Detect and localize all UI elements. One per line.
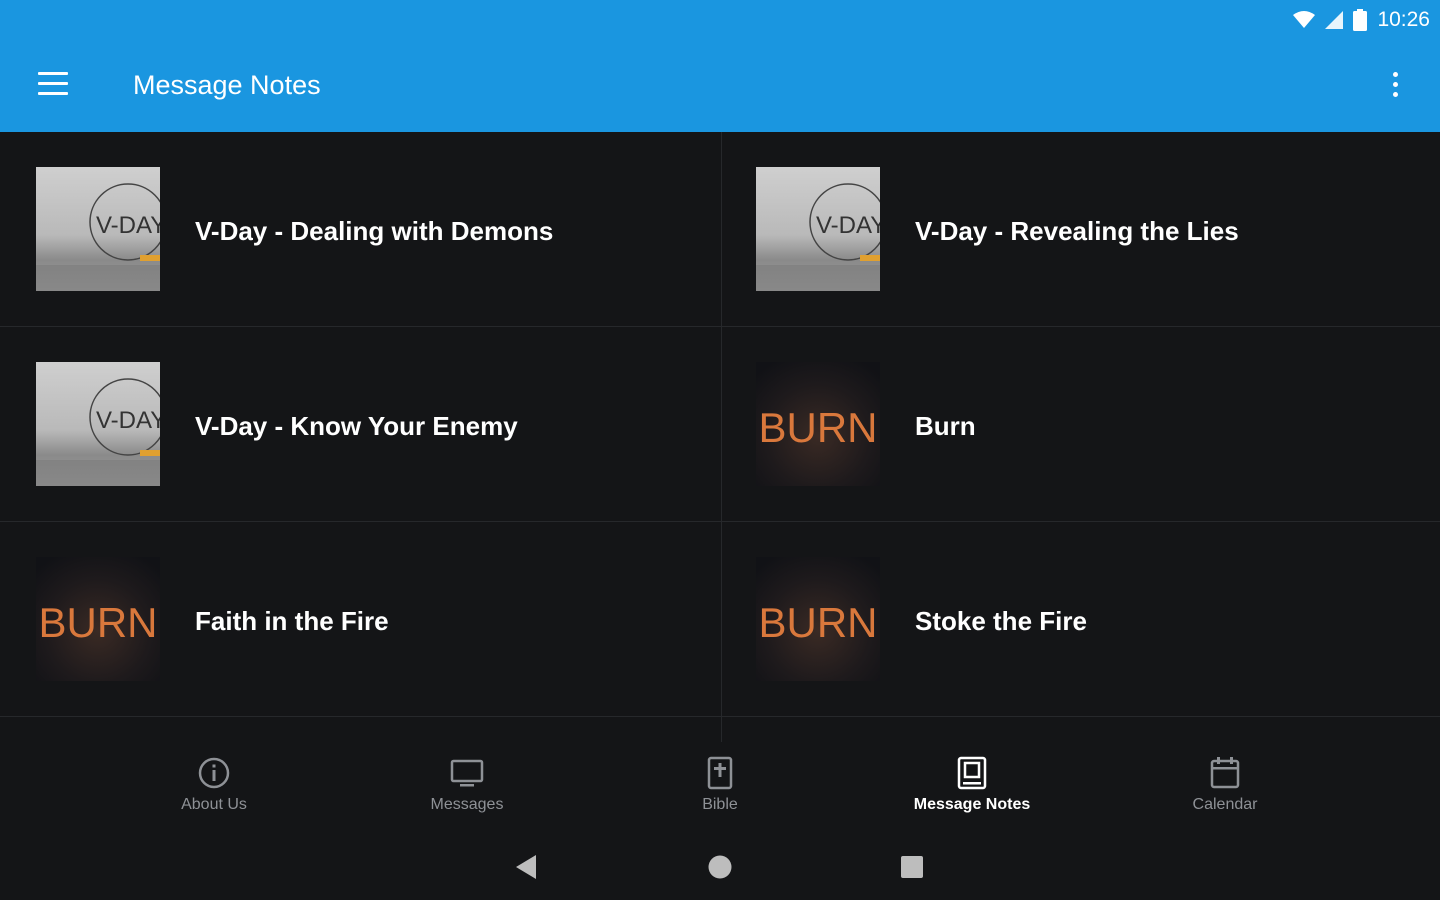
note-thumbnail: V-DAY (756, 167, 880, 291)
wifi-icon (1293, 11, 1316, 28)
note-thumbnail: BURN (756, 557, 880, 681)
note-item[interactable]: V-DAY V-Day - Dealing with Demons (0, 132, 720, 327)
note-item[interactable]: BURN Faith in the Fire (0, 522, 720, 717)
note-thumbnail: V-DAY (36, 362, 160, 486)
overflow-menu-icon[interactable] (1380, 68, 1410, 102)
series-text: V-DAY (96, 212, 160, 239)
nav-label: Bible (702, 796, 738, 813)
series-text: V-DAY (816, 212, 880, 239)
recents-icon[interactable] (897, 852, 927, 882)
series-text: V-DAY (96, 407, 160, 434)
note-item[interactable]: BURN Stoke the Fire (720, 522, 1440, 717)
page-title: Message Notes (133, 70, 321, 100)
series-text: BURN (38, 599, 157, 646)
hamburger-menu-icon[interactable] (38, 72, 70, 98)
nav-message-notes[interactable]: Message Notes (872, 756, 1072, 826)
bible-icon (707, 756, 733, 790)
info-icon (198, 757, 230, 789)
note-item[interactable]: V-DAY V-Day - Revealing the Lies (720, 132, 1440, 327)
note-title: Stoke the Fire (915, 606, 1087, 636)
monitor-icon (450, 759, 484, 787)
nav-about-us[interactable]: About Us (114, 756, 314, 826)
note-title: Faith in the Fire (195, 606, 389, 636)
signal-icon (1325, 11, 1344, 29)
status-bar: 10:26 (1293, 6, 1430, 34)
calendar-icon (1210, 757, 1240, 789)
nav-bible[interactable]: Bible (620, 756, 820, 826)
note-title: V-Day - Revealing the Lies (915, 216, 1239, 246)
nav-calendar[interactable]: Calendar (1125, 756, 1325, 826)
back-icon[interactable] (512, 852, 542, 882)
note-thumbnail: BURN (756, 362, 880, 486)
bottom-navigation: About Us Messages Bible Message Notes Ca… (0, 742, 1440, 834)
nav-label: Message Notes (913, 796, 1031, 813)
note-thumbnail: V-DAY (36, 167, 160, 291)
nav-messages[interactable]: Messages (367, 756, 567, 826)
notes-icon (957, 756, 987, 790)
note-title: Burn (915, 411, 976, 441)
clock: 10:26 (1377, 8, 1430, 31)
nav-label: Messages (430, 796, 504, 813)
note-thumbnail: BURN (36, 557, 160, 681)
note-item[interactable]: BURN Burn (720, 327, 1440, 522)
nav-label: Calendar (1192, 796, 1258, 813)
note-title: V-Day - Dealing with Demons (195, 216, 554, 246)
app-bar: 10:26 Message Notes (0, 0, 1440, 132)
battery-icon (1353, 9, 1368, 31)
series-text: BURN (758, 404, 877, 451)
note-item[interactable]: V-DAY V-Day - Know Your Enemy (0, 327, 720, 522)
series-text: BURN (758, 599, 877, 646)
system-navigation-bar (0, 834, 1440, 900)
nav-label: About Us (181, 796, 247, 813)
note-title: V-Day - Know Your Enemy (195, 411, 518, 441)
home-icon[interactable] (705, 852, 735, 882)
